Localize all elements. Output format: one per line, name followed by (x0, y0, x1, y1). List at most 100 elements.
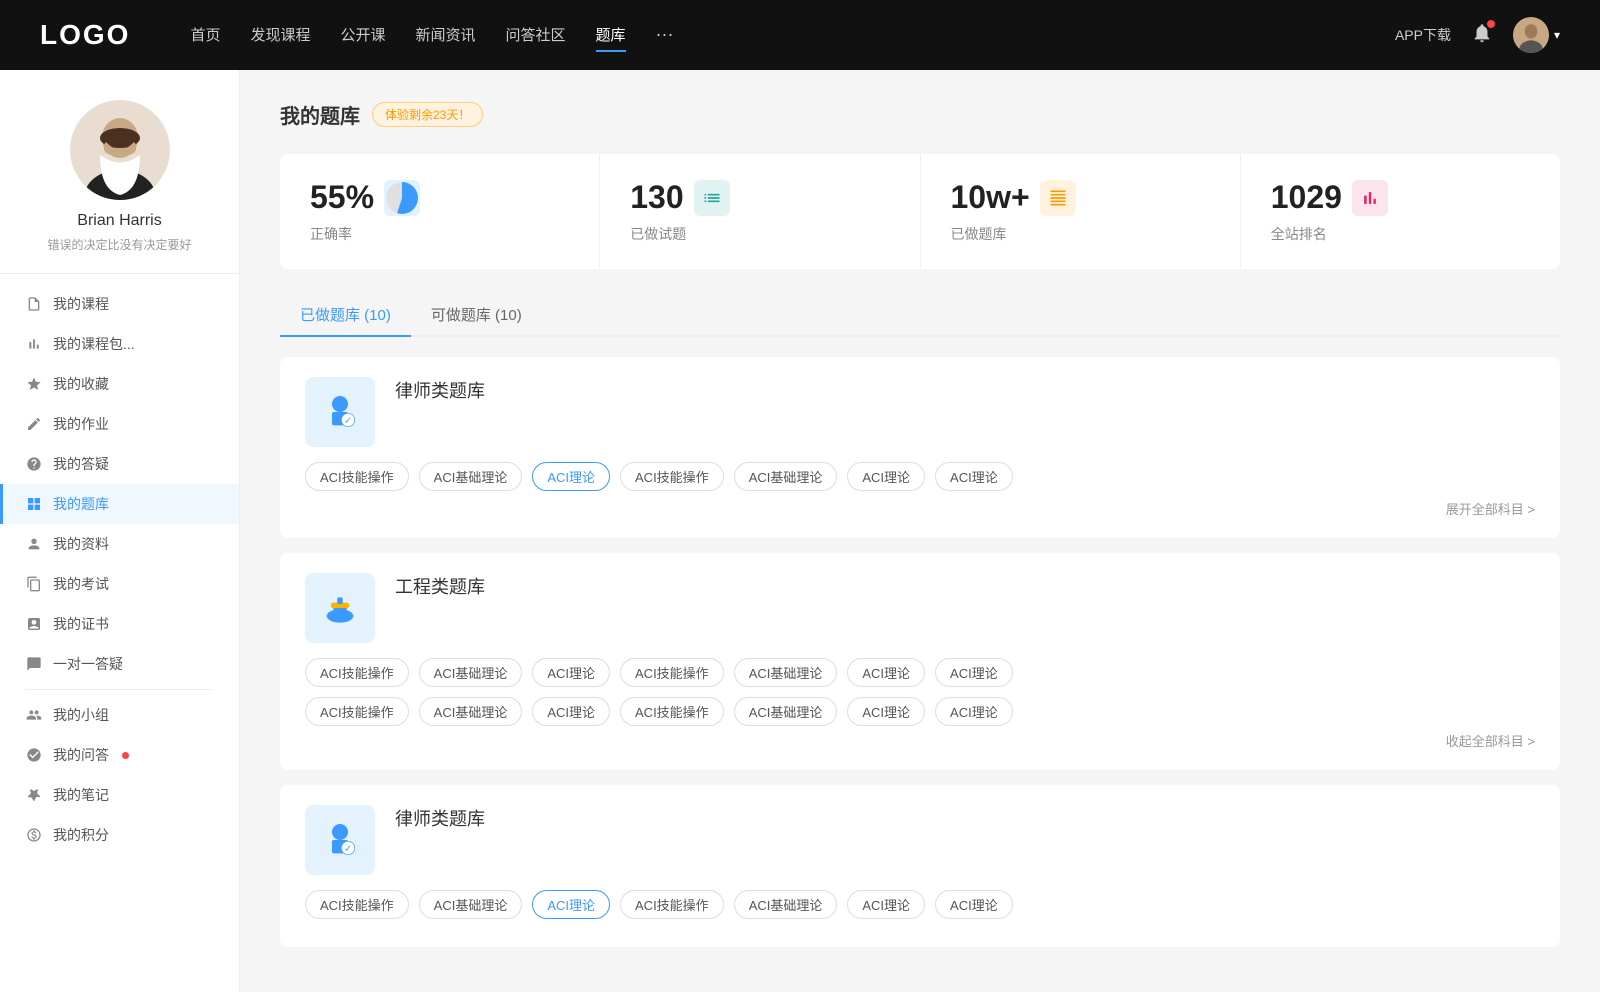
sidebar-label-points: 我的积分 (53, 825, 109, 845)
chevron-down-icon: ▾ (1554, 28, 1560, 42)
tag[interactable]: ACI基础理论 (734, 462, 838, 491)
tags-row-1: ACI技能操作 ACI基础理论 ACI理论 ACI技能操作 ACI基础理论 ACI理论 AC… (305, 658, 1535, 687)
qbank-info-0: 律师类题库 (395, 377, 485, 403)
sidebar-item-my-qa[interactable]: 我的问答 (0, 735, 239, 775)
tag[interactable]: ACI技能操作 (305, 658, 409, 687)
edit-icon (25, 415, 43, 433)
sidebar-item-course-packages[interactable]: 我的课程包... (0, 324, 239, 364)
tag[interactable]: ACI基础理论 (734, 658, 838, 687)
chart-icon (25, 335, 43, 353)
sidebar-label-course-packages: 我的课程包... (53, 334, 135, 354)
sidebar-item-qbank[interactable]: 我的题库 (0, 484, 239, 524)
page-header: 我的题库 体验剩余23天！ (280, 100, 1560, 129)
sidebar-label-my-qa: 我的问答 (53, 745, 109, 765)
profile-motto: 错误的决定比没有决定要好 (20, 236, 219, 253)
sidebar-label-exams: 我的考试 (53, 574, 109, 594)
qbank-header-1: 工程类题库 (305, 573, 1535, 643)
main-nav: 首页 发现课程 公开课 新闻资讯 问答社区 题库 ··· (190, 19, 1395, 52)
app-download-button[interactable]: APP下载 (1395, 25, 1451, 45)
tag[interactable]: ACI基础理论 (419, 890, 523, 919)
nav-discover[interactable]: 发现课程 (250, 19, 310, 52)
notification-bell[interactable] (1471, 22, 1493, 49)
sidebar-item-groups[interactable]: 我的小组 (0, 695, 239, 735)
nav-qbank[interactable]: 题库 (596, 19, 626, 52)
sidebar-item-my-courses[interactable]: 我的课程 (0, 284, 239, 324)
questions-icon (694, 180, 730, 216)
tag[interactable]: ACI理论 (847, 697, 925, 726)
nav-news[interactable]: 新闻资讯 (416, 19, 476, 52)
qbank-icon-2: ✓ (305, 805, 375, 875)
stat-top-accuracy: 55% (310, 179, 569, 216)
file-icon (25, 575, 43, 593)
tag[interactable]: ACI基础理论 (419, 462, 523, 491)
tag[interactable]: ACI理论 (935, 658, 1013, 687)
tag[interactable]: ACI理论 (532, 462, 610, 491)
tag[interactable]: ACI理论 (935, 697, 1013, 726)
header-right: APP下载 ▾ (1395, 17, 1560, 53)
sidebar-item-my-questions[interactable]: 我的答疑 (0, 444, 239, 484)
tag[interactable]: ACI技能操作 (620, 658, 724, 687)
user-avatar-button[interactable]: ▾ (1513, 17, 1560, 53)
profile-name: Brian Harris (20, 212, 219, 230)
tag[interactable]: ACI理论 (847, 462, 925, 491)
tags-row-2: ACI技能操作 ACI基础理论 ACI理论 ACI技能操作 ACI基础理论 ACI理论 AC… (305, 890, 1535, 919)
tag[interactable]: ACI理论 (935, 462, 1013, 491)
pie-chart (386, 182, 418, 214)
tag[interactable]: ACI基础理论 (419, 697, 523, 726)
sidebar-item-points[interactable]: 我的积分 (0, 815, 239, 855)
points-icon (25, 826, 43, 844)
stat-value-done-banks: 10w+ (951, 179, 1030, 216)
expand-link-0[interactable]: 展开全部科目 > (305, 499, 1535, 518)
tags-row2-1: ACI技能操作 ACI基础理论 ACI理论 ACI技能操作 ACI基础理论 ACI理论 AC… (305, 697, 1535, 726)
sidebar-label-homework: 我的作业 (53, 414, 109, 434)
stat-value-rank: 1029 (1271, 179, 1342, 216)
qbank-info-1: 工程类题库 (395, 573, 485, 599)
tag[interactable]: ACI理论 (847, 890, 925, 919)
sidebar-item-homework[interactable]: 我的作业 (0, 404, 239, 444)
group-icon (25, 706, 43, 724)
tab-done-banks[interactable]: 已做题库 (10) (280, 294, 411, 335)
main-layout: Brian Harris 错误的决定比没有决定要好 我的课程 我的课程包... (0, 70, 1600, 992)
tag[interactable]: ACI技能操作 (620, 697, 724, 726)
sidebar-menu: 我的课程 我的课程包... 我的收藏 我的作业 (0, 274, 239, 865)
qa-badge-dot (122, 752, 129, 759)
tag[interactable]: ACI理论 (532, 658, 610, 687)
sidebar-item-favorites[interactable]: 我的收藏 (0, 364, 239, 404)
tag[interactable]: ACI基础理论 (734, 890, 838, 919)
nav-home[interactable]: 首页 (190, 19, 220, 52)
qbank-card-1: 工程类题库 ACI技能操作ACI基础理论ACI理论ACI技能操作ACI基础理论A… (280, 553, 1560, 770)
tag[interactable]: ACI理论 (532, 697, 610, 726)
tag[interactable]: ACI技能操作 (305, 462, 409, 491)
tag[interactable]: ACI基础理论 (419, 658, 523, 687)
logo: LOGO (40, 19, 130, 51)
star-icon (25, 375, 43, 393)
svg-text:✓: ✓ (344, 415, 352, 425)
tag[interactable]: ACI技能操作 (620, 462, 724, 491)
sidebar-item-certs[interactable]: 我的证书 (0, 604, 239, 644)
tag[interactable]: ACI技能操作 (305, 697, 409, 726)
tag[interactable]: ACI理论 (847, 658, 925, 687)
qbank-icon-1 (305, 573, 375, 643)
qbank-title-2: 律师类题库 (395, 805, 485, 831)
nav-more[interactable]: ··· (656, 19, 674, 52)
sidebar-item-1on1[interactable]: 一对一答疑 (0, 644, 239, 684)
tag[interactable]: ACI技能操作 (305, 890, 409, 919)
tag[interactable]: ACI理论 (532, 890, 610, 919)
rank-icon (1352, 180, 1388, 216)
sidebar-item-profile[interactable]: 我的资料 (0, 524, 239, 564)
tag[interactable]: ACI理论 (935, 890, 1013, 919)
stat-value-done-questions: 130 (630, 179, 683, 216)
tag[interactable]: ACI技能操作 (620, 890, 724, 919)
sidebar-label-groups: 我的小组 (53, 705, 109, 725)
stat-top-rank: 1029 (1271, 179, 1530, 216)
qbank-card-2: ✓ 律师类题库 ACI技能操作 ACI基础理论 ACI理论 ACI技能操作 ACI基础理… (280, 785, 1560, 947)
sidebar-item-notes[interactable]: 我的笔记 (0, 775, 239, 815)
tag[interactable]: ACI基础理论 (734, 697, 838, 726)
nav-opencourse[interactable]: 公开课 (340, 19, 385, 52)
sidebar-item-exams[interactable]: 我的考试 (0, 564, 239, 604)
doc-icon (25, 295, 43, 313)
nav-qa[interactable]: 问答社区 (506, 19, 566, 52)
tab-available-banks[interactable]: 可做题库 (10) (411, 294, 542, 335)
expand-link-1[interactable]: 收起全部科目 > (305, 731, 1535, 750)
stats-row: 55% 正确率 130 已做试题 10w+ (280, 154, 1560, 269)
